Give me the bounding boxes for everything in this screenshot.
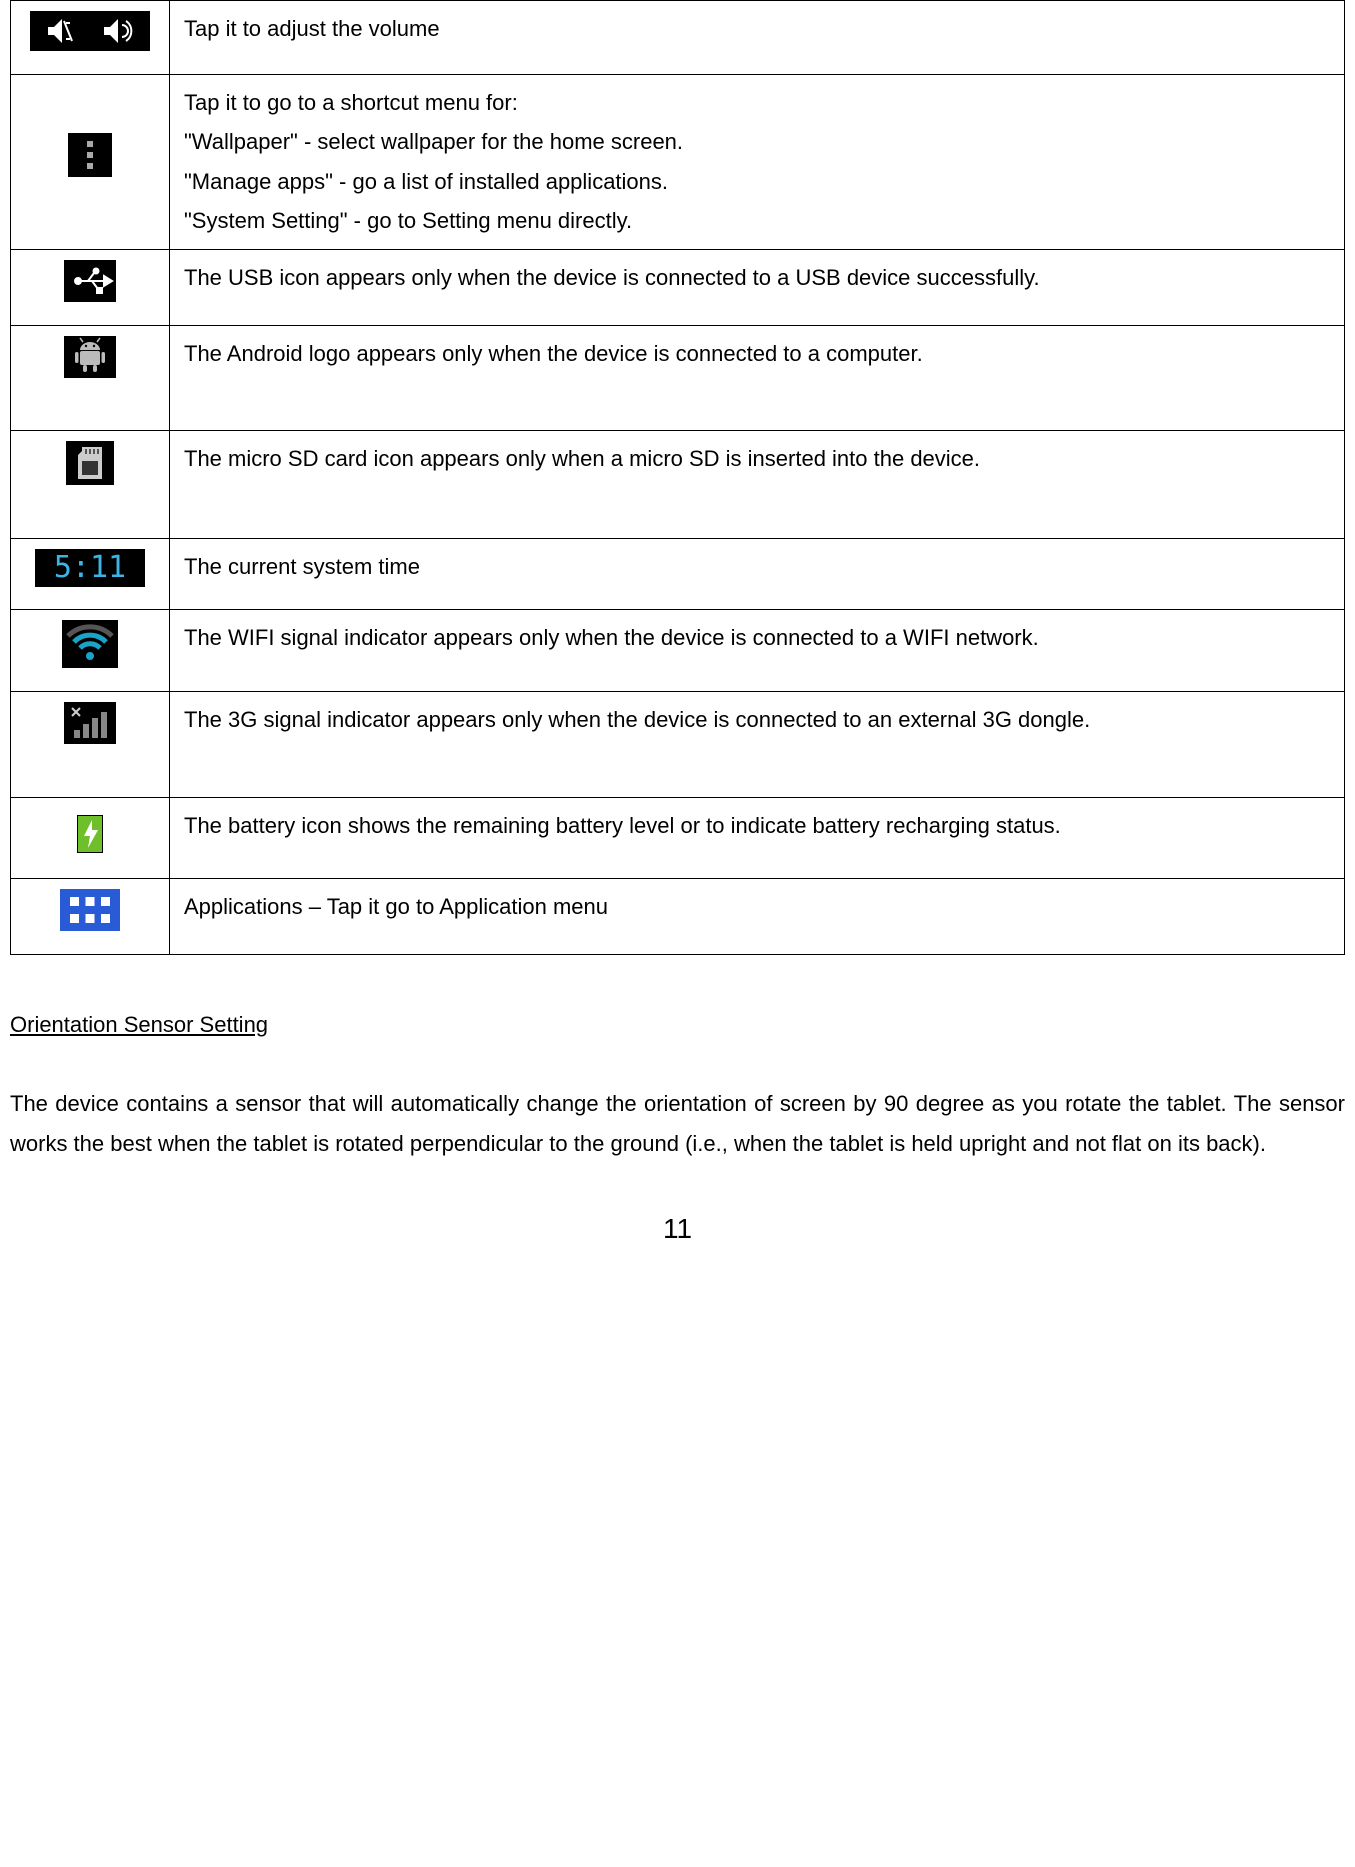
apps-grid-icon	[60, 889, 120, 944]
body-paragraph: The device contains a sensor that will a…	[10, 1084, 1345, 1163]
desc-text: The micro SD card icon appears only when…	[184, 446, 980, 471]
desc-cell: The battery icon shows the remaining bat…	[170, 797, 1345, 879]
section-heading: Orientation Sensor Setting	[10, 1005, 1345, 1045]
icon-cell-usb	[11, 249, 170, 325]
desc-cell: Applications – Tap it go to Application …	[170, 879, 1345, 955]
desc-cell: The Android logo appears only when the d…	[170, 325, 1345, 431]
page-number: 11	[10, 1204, 1345, 1254]
icon-cell-android	[11, 325, 170, 431]
table-row: 5:11 The current system time	[11, 538, 1345, 610]
volume-icon	[30, 11, 150, 64]
icon-cell-apps	[11, 879, 170, 955]
desc-text: Tap it to go to a shortcut menu for:	[184, 83, 1330, 123]
desc-text: The USB icon appears only when the devic…	[184, 265, 1040, 290]
desc-text: The current system time	[184, 554, 420, 579]
table-row: Tap it to go to a shortcut menu for: "Wa…	[11, 74, 1345, 249]
clock-icon: 5:11	[35, 549, 145, 600]
table-row: The WIFI signal indicator appears only w…	[11, 610, 1345, 692]
icon-cell-3g	[11, 691, 170, 797]
icon-cell-wifi	[11, 610, 170, 692]
signal-3g-icon	[64, 702, 116, 757]
wifi-icon	[62, 620, 118, 681]
table-row: Applications – Tap it go to Application …	[11, 879, 1345, 955]
desc-text: "System Setting" - go to Setting menu di…	[184, 201, 1330, 241]
table-row: The micro SD card icon appears only when…	[11, 431, 1345, 539]
desc-cell: The micro SD card icon appears only when…	[170, 431, 1345, 539]
table-row: The USB icon appears only when the devic…	[11, 249, 1345, 325]
time-label: 5:11	[54, 550, 126, 585]
desc-cell: The 3G signal indicator appears only whe…	[170, 691, 1345, 797]
desc-text: The WIFI signal indicator appears only w…	[184, 625, 1039, 650]
sd-card-icon	[66, 441, 114, 498]
desc-cell: The current system time	[170, 538, 1345, 610]
desc-cell: Tap it to go to a shortcut menu for: "Wa…	[170, 74, 1345, 249]
desc-cell: The USB icon appears only when the devic…	[170, 249, 1345, 325]
desc-cell: Tap it to adjust the volume	[170, 1, 1345, 75]
icon-cell-battery	[11, 797, 170, 879]
desc-text: Applications – Tap it go to Application …	[184, 894, 608, 919]
icon-cell-menu	[11, 74, 170, 249]
table-row: The 3G signal indicator appears only whe…	[11, 691, 1345, 797]
desc-text: The 3G signal indicator appears only whe…	[184, 707, 1090, 732]
battery-icon	[70, 808, 110, 869]
desc-cell: The WIFI signal indicator appears only w…	[170, 610, 1345, 692]
desc-text: Tap it to adjust the volume	[184, 16, 440, 41]
android-icon	[64, 336, 116, 391]
table-row: The Android logo appears only when the d…	[11, 325, 1345, 431]
table-row: Tap it to adjust the volume	[11, 1, 1345, 75]
icon-cell-volume	[11, 1, 170, 75]
icon-cell-sd	[11, 431, 170, 539]
icon-cell-time: 5:11	[11, 538, 170, 610]
desc-text: The Android logo appears only when the d…	[184, 341, 923, 366]
overflow-menu-icon	[68, 133, 112, 190]
table-row: The battery icon shows the remaining bat…	[11, 797, 1345, 879]
usb-icon	[64, 260, 116, 315]
desc-text: "Manage apps" - go a list of installed a…	[184, 162, 1330, 202]
desc-text: The battery icon shows the remaining bat…	[184, 813, 1061, 838]
desc-text: "Wallpaper" - select wallpaper for the h…	[184, 122, 1330, 162]
icon-description-table: Tap it to adjust the volume Tap it to go…	[10, 0, 1345, 955]
